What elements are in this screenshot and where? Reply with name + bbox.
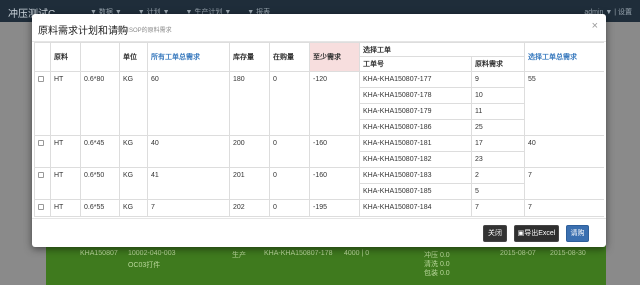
bg-status: 生产 xyxy=(232,252,246,259)
all-demand-cell: 41 xyxy=(147,167,230,200)
work-order-cell[interactable]: KHA-KHA150807-182 xyxy=(359,151,472,168)
export-excel-button[interactable]: ▣ 导出Excel xyxy=(514,225,559,242)
stock-cell: 200 xyxy=(229,135,270,168)
work-order-cell[interactable]: KHA-KHA150807-177 xyxy=(359,71,472,88)
material-cell: HT xyxy=(50,135,81,168)
header-shortage: 至少需求 xyxy=(309,42,360,72)
header-select xyxy=(34,42,51,72)
header-material: 原料 xyxy=(50,42,81,72)
bg-order-code: KHA150807 xyxy=(80,250,118,257)
shortage-cell: -120 xyxy=(309,71,360,136)
table-row: HT 0.6*50 KG 41 201 0 -160 KHA-KHA150807… xyxy=(34,167,604,200)
material-demand-cell: 5 xyxy=(471,183,525,200)
material-demand-cell: 2 xyxy=(471,167,525,184)
unit-cell: KG xyxy=(119,71,148,136)
material-demand-cell: 9 xyxy=(471,71,525,88)
stock-cell: 201 xyxy=(229,167,270,200)
purchase-request-button[interactable]: 请购 xyxy=(566,225,589,242)
header-selected-demand: 选择工单总需求 xyxy=(524,42,604,72)
export-excel-label: 导出Excel xyxy=(524,230,556,237)
material-cell: HT xyxy=(50,71,81,136)
row-checkbox-cell xyxy=(34,167,51,200)
bg-process-pack: 包装 0.0 xyxy=(424,270,450,277)
row-checkbox-cell xyxy=(34,71,51,136)
selected-demand-cell: 7 xyxy=(524,199,604,217)
table-row: HT 0.6*45 KG 40 200 0 -160 KHA-KHA150807… xyxy=(34,135,604,168)
material-demand-cell: 23 xyxy=(471,151,525,168)
bg-start-date: 2015-08-07 xyxy=(500,250,536,257)
header-on-order: 在购量 xyxy=(269,42,310,72)
bg-quantity[interactable]: 4000 | 0 xyxy=(344,250,369,257)
unit-cell: KG xyxy=(119,199,148,217)
material-table-wrapper: 原料 单位 所有工单总需求 库存量 在购量 至少需求 选择工单 选择工单总需求 … xyxy=(34,42,604,218)
on-order-cell: 0 xyxy=(269,135,310,168)
modal-footer: 关闭 ▣ 导出Excel 请购 xyxy=(32,218,606,247)
on-order-cell: 0 xyxy=(269,167,310,200)
row-checkbox-cell xyxy=(34,199,51,217)
header-unit: 单位 xyxy=(119,42,148,72)
all-demand-cell: 7 xyxy=(147,199,230,217)
modal-header: 原料需求计划和请购 来自SOP的原料需求 × xyxy=(32,14,606,42)
close-icon[interactable]: × xyxy=(592,20,598,32)
row-checkbox-cell xyxy=(34,135,51,168)
stock-cell: 202 xyxy=(229,199,270,217)
selected-demand-cell: 55 xyxy=(524,71,604,136)
material-demand-cell: 17 xyxy=(471,135,525,152)
modal-subtitle: 来自SOP的原料需求 xyxy=(117,28,172,34)
work-order-cell[interactable]: KHA-KHA150807-178 xyxy=(359,87,472,104)
selected-demand-cell: 40 xyxy=(524,135,604,168)
all-demand-cell: 40 xyxy=(147,135,230,168)
bg-work-order: KHA-KHA150807-178 xyxy=(264,250,333,257)
header-all-demand: 所有工单总需求 xyxy=(147,42,230,72)
work-order-cell[interactable]: KHA-KHA150807-185 xyxy=(359,183,472,200)
material-cell: HT xyxy=(50,199,81,217)
bg-part-code[interactable]: 10002-040-003 xyxy=(128,250,176,257)
table-row: HT 0.6*55 KG 7 202 0 -195 KHA-KHA150807-… xyxy=(34,199,604,217)
header-material-demand: 原料需求 xyxy=(471,56,525,72)
row-checkbox[interactable] xyxy=(38,140,44,146)
header-stock: 库存量 xyxy=(229,42,270,72)
unit-cell: KG xyxy=(119,135,148,168)
row-checkbox[interactable] xyxy=(38,172,44,178)
on-order-cell: 0 xyxy=(269,199,310,217)
work-order-cell[interactable]: KHA-KHA150807-179 xyxy=(359,103,472,120)
header-spec xyxy=(80,42,120,72)
work-order-cell[interactable]: KHA-KHA150807-183 xyxy=(359,167,472,184)
work-order-cell[interactable]: KHA-KHA150807-186 xyxy=(359,119,472,136)
table-row: HT 0.6*80 KG 60 180 0 -120 KHA-KHA150807… xyxy=(34,71,604,136)
shortage-cell: -160 xyxy=(309,167,360,200)
stock-cell: 180 xyxy=(229,71,270,136)
material-demand-cell: 25 xyxy=(471,119,525,136)
all-demand-cell: 60 xyxy=(147,71,230,136)
shortage-cell: -160 xyxy=(309,135,360,168)
close-button[interactable]: 关闭 xyxy=(483,225,507,242)
work-order-cell[interactable]: KHA-KHA150807-181 xyxy=(359,135,472,152)
row-checkbox[interactable] xyxy=(38,204,44,210)
selected-demand-cell: 7 xyxy=(524,167,604,200)
header-work-order: 工单号 xyxy=(359,56,472,72)
bg-part-name: OC03打件 xyxy=(128,262,161,269)
on-order-cell: 0 xyxy=(269,71,310,136)
material-demand-cell: 11 xyxy=(471,103,525,120)
shortage-cell: -195 xyxy=(309,199,360,217)
row-checkbox[interactable] xyxy=(38,76,44,82)
modal-title: 原料需求计划和请购 xyxy=(38,26,128,37)
material-cell: HT xyxy=(50,167,81,200)
spec-cell: 0.6*80 xyxy=(80,71,120,136)
bg-end-date: 2015-08-30 xyxy=(550,250,586,257)
material-table: 原料 单位 所有工单总需求 库存量 在购量 至少需求 选择工单 选择工单总需求 … xyxy=(34,42,604,217)
header-select-group: 选择工单 xyxy=(359,42,525,57)
material-request-modal: 原料需求计划和请购 来自SOP的原料需求 × 原料 单位 所有工单总需求 库存量… xyxy=(32,14,606,247)
spec-cell: 0.6*50 xyxy=(80,167,120,200)
spec-cell: 0.6*55 xyxy=(80,199,120,217)
spec-cell: 0.6*45 xyxy=(80,135,120,168)
material-demand-cell: 7 xyxy=(471,199,525,217)
unit-cell: KG xyxy=(119,167,148,200)
material-demand-cell: 10 xyxy=(471,87,525,104)
work-order-cell[interactable]: KHA-KHA150807-184 xyxy=(359,199,472,217)
